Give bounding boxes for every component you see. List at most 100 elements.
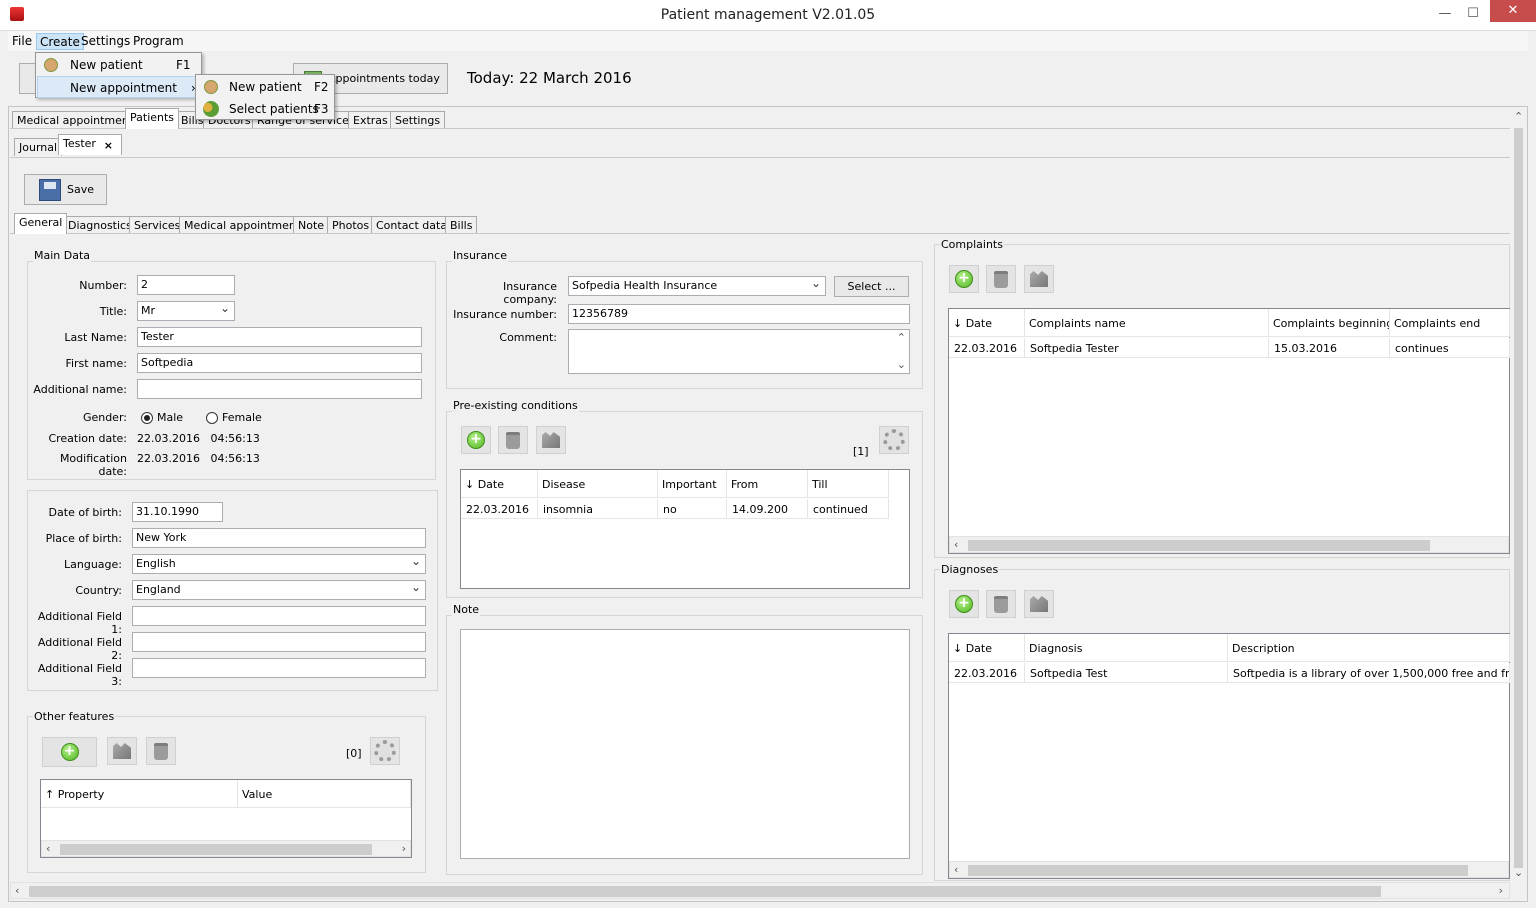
- delete-feature-button[interactable]: [146, 737, 176, 765]
- complaint-beginning[interactable]: 15.03.2016: [1269, 338, 1390, 358]
- condition-important[interactable]: no: [658, 499, 727, 519]
- tab-settings[interactable]: Settings: [390, 111, 446, 129]
- tab-services[interactable]: Services: [129, 216, 186, 234]
- edit-condition-button[interactable]: [536, 426, 566, 454]
- tab-journal[interactable]: Journal: [14, 138, 63, 156]
- add-condition-button[interactable]: +: [461, 426, 491, 454]
- complaints-hscroll[interactable]: ‹: [949, 536, 1509, 553]
- condition-disease[interactable]: insomnia: [538, 499, 658, 519]
- col-complaint-end[interactable]: Complaints end: [1390, 309, 1510, 337]
- close-icon[interactable]: ✕: [1490, 0, 1536, 22]
- col-from[interactable]: From: [727, 470, 808, 498]
- col-date[interactable]: ↓ Date: [461, 470, 538, 498]
- delete-condition-button[interactable]: [498, 426, 528, 454]
- tab-extras[interactable]: Extras: [348, 111, 393, 129]
- additional-name-field[interactable]: [137, 379, 422, 399]
- col-complaint-beginning[interactable]: Complaints beginning: [1269, 309, 1390, 337]
- complaint-date[interactable]: 22.03.2016: [949, 338, 1025, 358]
- features-hscroll[interactable]: ‹ ›: [41, 840, 411, 857]
- diagnoses-hscroll[interactable]: ‹: [949, 861, 1509, 878]
- menu-new-patient[interactable]: New patient F1: [37, 54, 200, 76]
- col-value[interactable]: Value: [238, 780, 411, 808]
- diagnosis-date[interactable]: 22.03.2016: [949, 663, 1025, 683]
- complaint-name[interactable]: Softpedia Tester: [1025, 338, 1269, 358]
- last-name-label: Last Name:: [64, 331, 127, 344]
- dob-field[interactable]: 31.10.1990: [132, 502, 223, 522]
- menu-file[interactable]: File: [9, 33, 35, 50]
- tab-patients[interactable]: Patients: [125, 108, 180, 129]
- col-complaint-date[interactable]: ↓ Date: [949, 309, 1025, 337]
- number-field[interactable]: 2: [137, 275, 235, 295]
- condition-settings-button[interactable]: [879, 426, 909, 454]
- menu-program[interactable]: Program: [130, 33, 187, 50]
- insurance-company-select[interactable]: Sofpedia Health Insurance: [568, 276, 826, 296]
- comment-field[interactable]: ⌃ ⌄: [568, 329, 910, 374]
- col-property[interactable]: ↑ Property: [41, 780, 238, 808]
- title-select-value: Mr: [141, 304, 156, 317]
- menu-create[interactable]: Create: [36, 33, 84, 50]
- male-radio-dot: [141, 411, 153, 424]
- col-diagnosis[interactable]: Diagnosis: [1025, 634, 1228, 662]
- condition-till[interactable]: continued: [808, 499, 889, 519]
- edit-diagnosis-button[interactable]: [1024, 590, 1054, 618]
- create-menu: New patient F1 New appointment ›: [35, 52, 202, 98]
- vertical-scrollbar[interactable]: ⌃ ⌄: [1510, 108, 1527, 882]
- condition-from[interactable]: 14.09.200: [727, 499, 808, 519]
- insurance-number-field[interactable]: 12356789: [568, 304, 910, 324]
- col-disease[interactable]: Disease: [538, 470, 658, 498]
- pob-field[interactable]: New York: [132, 528, 426, 548]
- tab-photos[interactable]: Photos: [327, 216, 375, 234]
- tab-contact-data[interactable]: Contact data: [371, 216, 453, 234]
- female-radio[interactable]: Female: [206, 411, 262, 424]
- submenu-new-patient[interactable]: New patient F2: [197, 76, 333, 98]
- col-diagnosis-date[interactable]: ↓ Date: [949, 634, 1025, 662]
- delete-diagnosis-button[interactable]: [986, 590, 1016, 618]
- add-feature-button[interactable]: +: [42, 737, 97, 767]
- language-select[interactable]: English: [132, 554, 426, 574]
- complaints-title: Complaints: [940, 238, 1004, 251]
- col-important[interactable]: Important: [658, 470, 727, 498]
- title-select[interactable]: Mr: [137, 301, 235, 321]
- diagnosis-description[interactable]: Softpedia is a library of over 1,500,000…: [1228, 663, 1510, 683]
- last-name-field[interactable]: Tester: [137, 327, 422, 347]
- tab-tester[interactable]: Tester ×: [58, 134, 122, 155]
- minimize-icon[interactable]: —: [1430, 2, 1460, 26]
- add-complaint-button[interactable]: +: [949, 265, 979, 293]
- diagnosis-name[interactable]: Softpedia Test: [1025, 663, 1228, 683]
- male-radio[interactable]: Male: [141, 411, 183, 424]
- save-button[interactable]: Save: [24, 174, 107, 205]
- menu-bar: File Create Settings Program: [8, 31, 1528, 51]
- maximize-icon[interactable]: ☐: [1458, 2, 1488, 26]
- submenu-select-patients-key: F3: [314, 102, 329, 116]
- submenu-new-patient-label: New patient: [229, 80, 302, 94]
- col-complaint-name[interactable]: Complaints name: [1025, 309, 1269, 337]
- col-till[interactable]: Till: [808, 470, 889, 498]
- menu-new-appointment[interactable]: New appointment ›: [37, 76, 200, 98]
- submenu-select-patients[interactable]: Select patients F3: [197, 98, 333, 120]
- tab-note[interactable]: Note: [293, 216, 330, 234]
- menu-settings[interactable]: Settings: [78, 33, 133, 50]
- condition-date[interactable]: 22.03.2016: [461, 499, 538, 519]
- main-hscroll[interactable]: ‹ ›: [10, 882, 1510, 899]
- preexisting-table: ↓ Date Disease Important From Till 22.03…: [460, 469, 910, 589]
- complaint-end[interactable]: continues: [1390, 338, 1510, 358]
- tab-bills-detail[interactable]: Bills: [445, 216, 478, 234]
- close-tab-icon[interactable]: ×: [104, 137, 113, 154]
- preexisting-title: Pre-existing conditions: [452, 399, 579, 412]
- select-insurance-button[interactable]: Select ...: [834, 276, 909, 297]
- tab-detail-medical-appointments[interactable]: Medical appointments: [179, 216, 311, 234]
- col-description[interactable]: Description: [1228, 634, 1510, 662]
- edit-complaint-button[interactable]: [1024, 265, 1054, 293]
- additional-field-2[interactable]: [132, 632, 426, 652]
- tab-diagnostics[interactable]: Diagnostics: [63, 216, 137, 234]
- note-textarea[interactable]: [460, 629, 910, 859]
- add-diagnosis-button[interactable]: +: [949, 590, 979, 618]
- additional-field-1[interactable]: [132, 606, 426, 626]
- tab-general[interactable]: General: [14, 213, 68, 234]
- first-name-field[interactable]: Softpedia: [137, 353, 422, 373]
- edit-feature-button[interactable]: [107, 737, 137, 765]
- country-select[interactable]: England: [132, 580, 426, 600]
- feature-settings-button[interactable]: [370, 737, 400, 765]
- delete-complaint-button[interactable]: [986, 265, 1016, 293]
- additional-field-3[interactable]: [132, 658, 426, 678]
